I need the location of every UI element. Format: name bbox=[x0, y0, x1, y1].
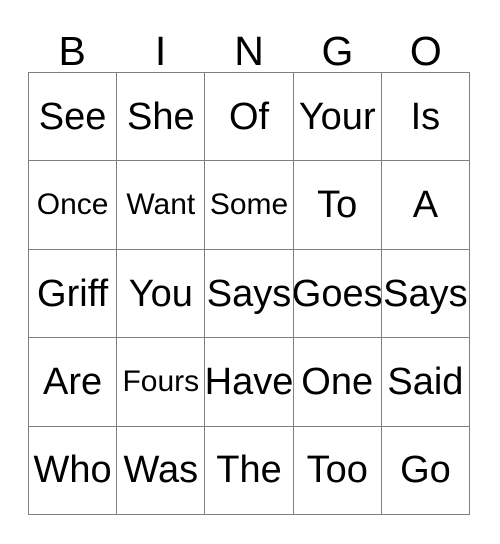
bingo-cell-b1[interactable]: See bbox=[29, 73, 118, 162]
bingo-row: See She Of Your Is bbox=[29, 73, 471, 162]
bingo-cell-label: Some bbox=[209, 188, 289, 222]
bingo-cell-b2[interactable]: Once bbox=[29, 161, 118, 250]
bingo-cell-i5[interactable]: Was bbox=[117, 426, 206, 516]
bingo-cell-g5[interactable]: Too bbox=[293, 426, 382, 516]
bingo-cell-g2[interactable]: To bbox=[293, 161, 382, 250]
bingo-cell-label: The bbox=[216, 449, 282, 492]
bingo-row: Are Fours Have One Said bbox=[29, 338, 471, 427]
bingo-cell-g1[interactable]: Your bbox=[293, 73, 382, 162]
bingo-cell-n5[interactable]: The bbox=[205, 426, 294, 516]
bingo-row: Once Want Some To A bbox=[29, 161, 471, 250]
bingo-cell-label: See bbox=[38, 95, 107, 138]
bingo-cell-i1[interactable]: She bbox=[117, 73, 206, 162]
bingo-cell-label: Are bbox=[43, 360, 103, 403]
bingo-cell-label: Fours bbox=[122, 364, 200, 398]
bingo-cell-label: Once bbox=[36, 188, 109, 222]
bingo-cell-label: You bbox=[128, 272, 193, 315]
bingo-cell-label: Your bbox=[298, 95, 376, 138]
bingo-cell-label: Have bbox=[205, 360, 294, 403]
bingo-cell-b3[interactable]: Griff bbox=[29, 249, 118, 339]
bingo-cell-label: A bbox=[412, 184, 439, 227]
bingo-cell-i4[interactable]: Fours bbox=[117, 338, 206, 427]
bingo-cell-label: Says bbox=[383, 272, 468, 315]
bingo-cell-g4[interactable]: One bbox=[293, 338, 382, 427]
bingo-header-letter-g: G bbox=[321, 28, 354, 74]
bingo-cell-label: Go bbox=[400, 449, 451, 492]
bingo-cell-label: Was bbox=[123, 449, 199, 492]
bingo-cell-label: Griff bbox=[37, 272, 109, 315]
bingo-cell-label: Is bbox=[410, 95, 441, 138]
bingo-cell-b5[interactable]: Who bbox=[29, 426, 118, 516]
bingo-cell-n4[interactable]: Have bbox=[205, 338, 294, 427]
bingo-cell-i3[interactable]: You bbox=[117, 249, 206, 339]
bingo-cell-o4[interactable]: Said bbox=[381, 338, 471, 427]
bingo-cell-label: Who bbox=[33, 449, 112, 492]
bingo-cell-label: Says bbox=[206, 272, 292, 315]
bingo-cell-o3[interactable]: Says bbox=[381, 249, 471, 339]
bingo-header-letter-n: N bbox=[234, 28, 264, 74]
bingo-header-row: B I N G O bbox=[28, 22, 470, 72]
bingo-cell-label: Of bbox=[228, 95, 270, 138]
bingo-header-letter-i: I bbox=[154, 28, 167, 74]
bingo-cell-b4[interactable]: Are bbox=[29, 338, 118, 427]
bingo-cell-g3[interactable]: Goes bbox=[293, 249, 382, 339]
bingo-cell-n3[interactable]: Says bbox=[205, 249, 294, 339]
bingo-cell-label: Said bbox=[387, 360, 464, 403]
bingo-cell-o2[interactable]: A bbox=[381, 161, 471, 250]
bingo-cell-o5[interactable]: Go bbox=[381, 426, 471, 516]
bingo-cell-n1[interactable]: Of bbox=[205, 73, 294, 162]
bingo-card: B I N G O See She Of Your Is Once Want S… bbox=[0, 0, 500, 544]
bingo-cell-label: Want bbox=[126, 188, 196, 222]
bingo-cell-label: Too bbox=[306, 449, 368, 492]
bingo-header-letter-b: B bbox=[58, 28, 86, 74]
bingo-cell-label: She bbox=[126, 95, 195, 138]
bingo-cell-label: One bbox=[301, 360, 374, 403]
bingo-grid: See She Of Your Is Once Want Some To A G… bbox=[28, 72, 471, 516]
bingo-cell-label: To bbox=[317, 184, 358, 227]
bingo-header-letter-o: O bbox=[409, 28, 442, 74]
bingo-cell-label: Goes bbox=[293, 272, 382, 315]
bingo-row: Griff You Says Goes Says bbox=[29, 249, 471, 339]
bingo-cell-o1[interactable]: Is bbox=[381, 73, 471, 162]
bingo-cell-n2[interactable]: Some bbox=[205, 161, 294, 250]
bingo-row: Who Was The Too Go bbox=[29, 426, 471, 516]
bingo-cell-i2[interactable]: Want bbox=[117, 161, 206, 250]
